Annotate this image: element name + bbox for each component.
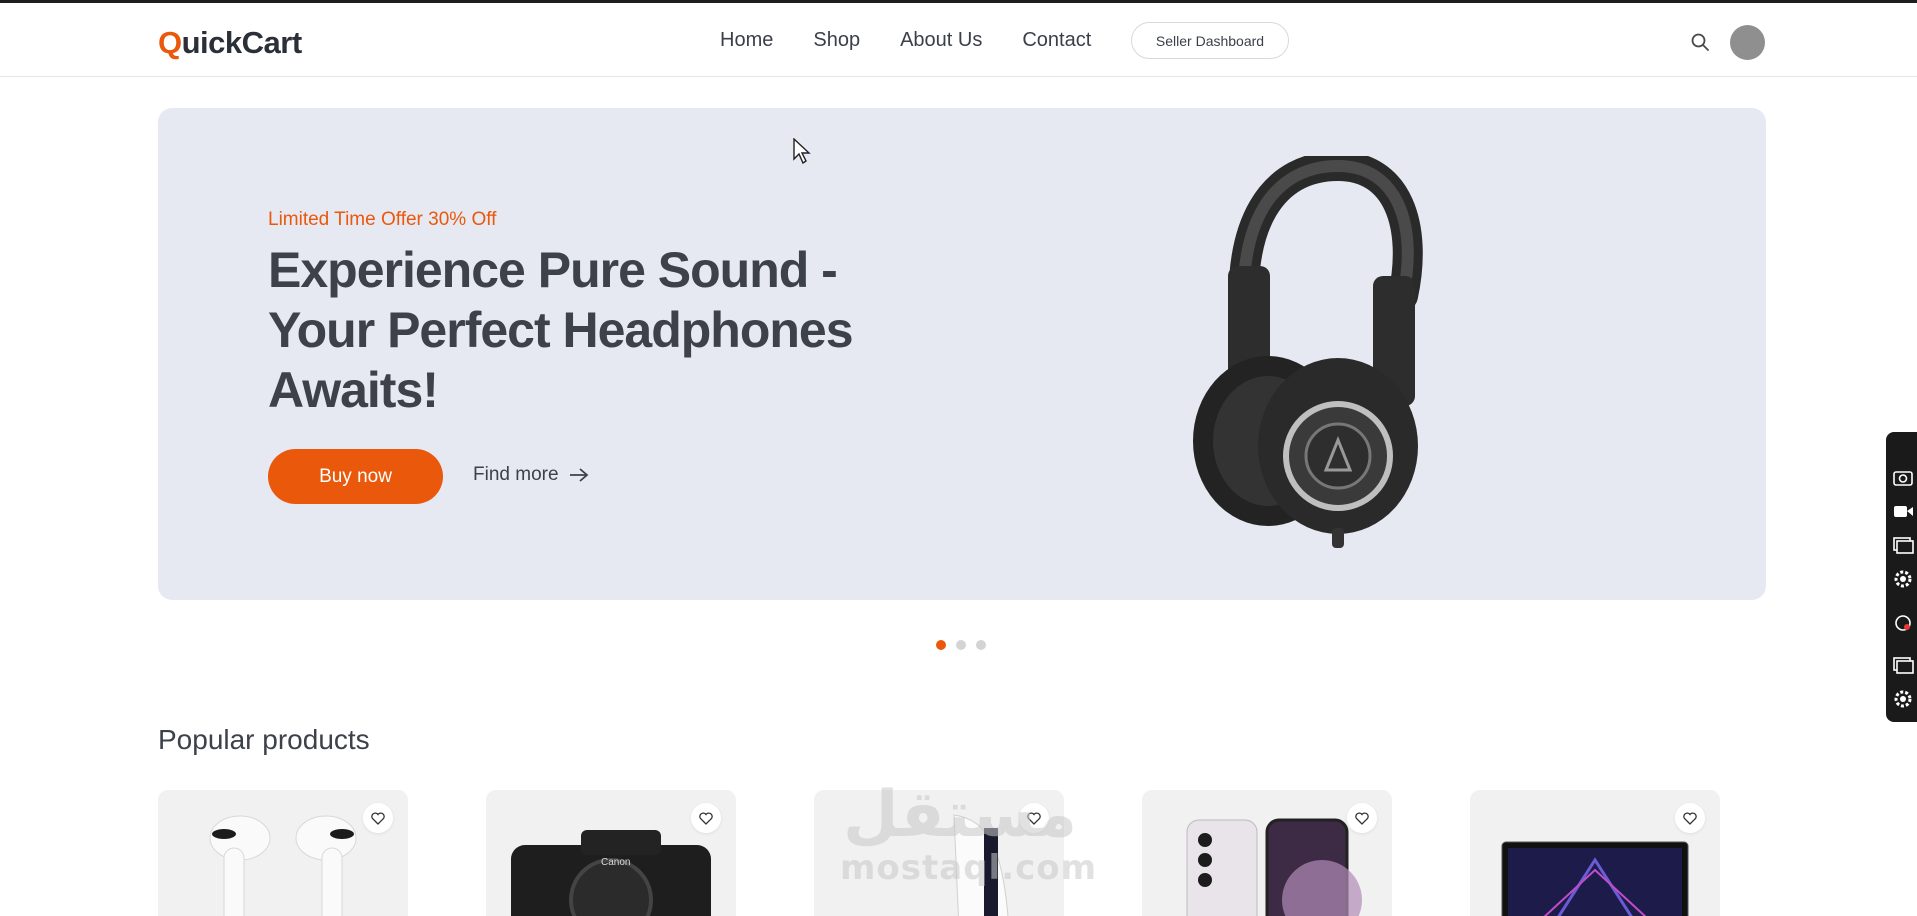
arrow-right-icon — [569, 468, 588, 482]
buy-now-button[interactable]: Buy now — [268, 449, 443, 504]
hero-title: Experience Pure Sound - Your Perfect Hea… — [268, 242, 854, 418]
heart-icon — [1027, 811, 1041, 825]
carousel-dot-3[interactable] — [976, 640, 986, 650]
logo[interactable]: QuickCart — [158, 25, 302, 61]
hero-banner: Limited Time Offer 30% Off Experience Pu… — [158, 108, 1766, 600]
headphones-image — [1193, 156, 1423, 548]
hero-offer-text: Limited Time Offer 30% Off — [268, 209, 497, 230]
product-card-phone[interactable] — [1142, 790, 1392, 916]
nav-link-contact[interactable]: Contact — [1022, 29, 1091, 52]
nav-link-about[interactable]: About Us — [900, 29, 982, 52]
gear-icon[interactable] — [1892, 688, 1914, 710]
nav-link-shop[interactable]: Shop — [813, 29, 860, 52]
gear-icon[interactable] — [1892, 568, 1914, 590]
product-list: Canon — [158, 790, 1798, 916]
popular-products-title: Popular products — [158, 724, 370, 755]
product-card-camera[interactable]: Canon — [486, 790, 736, 916]
window-icon[interactable] — [1892, 654, 1914, 676]
window-icon[interactable] — [1892, 534, 1914, 556]
heart-icon — [371, 811, 385, 825]
favorite-button[interactable] — [691, 803, 721, 833]
product-card-earbuds[interactable] — [158, 790, 408, 916]
heart-icon — [1355, 811, 1369, 825]
product-card-console[interactable] — [814, 790, 1064, 916]
favorite-button[interactable] — [363, 803, 393, 833]
avatar[interactable] — [1730, 25, 1765, 60]
favorite-button[interactable] — [1019, 803, 1049, 833]
logo-text: uickCart — [181, 25, 303, 60]
carousel-dot-2[interactable] — [956, 640, 966, 650]
record-icon[interactable] — [1892, 612, 1914, 634]
favorite-button[interactable] — [1347, 803, 1377, 833]
search-icon[interactable] — [1690, 32, 1710, 52]
product-card-laptop[interactable] — [1470, 790, 1720, 916]
navbar: QuickCart Home Shop About Us Contact Sel… — [0, 3, 1917, 77]
logo-letter-q: Q — [158, 25, 182, 60]
seller-dashboard-button[interactable]: Seller Dashboard — [1131, 22, 1289, 59]
find-more-label: Find more — [473, 464, 559, 485]
mouse-pointer-icon — [793, 138, 811, 164]
camera-icon[interactable] — [1892, 466, 1914, 488]
find-more-link[interactable]: Find more — [473, 464, 589, 486]
carousel-dots — [936, 640, 986, 650]
nav-links: Home Shop About Us Contact — [720, 29, 1091, 52]
svg-text:Canon: Canon — [601, 857, 630, 868]
carousel-dot-1[interactable] — [936, 640, 946, 650]
video-icon[interactable] — [1892, 500, 1914, 522]
nav-link-home[interactable]: Home — [720, 29, 773, 52]
favorite-button[interactable] — [1675, 803, 1705, 833]
heart-icon — [1683, 811, 1697, 825]
screen-recorder-toolbar — [1886, 432, 1917, 722]
heart-icon — [699, 811, 713, 825]
